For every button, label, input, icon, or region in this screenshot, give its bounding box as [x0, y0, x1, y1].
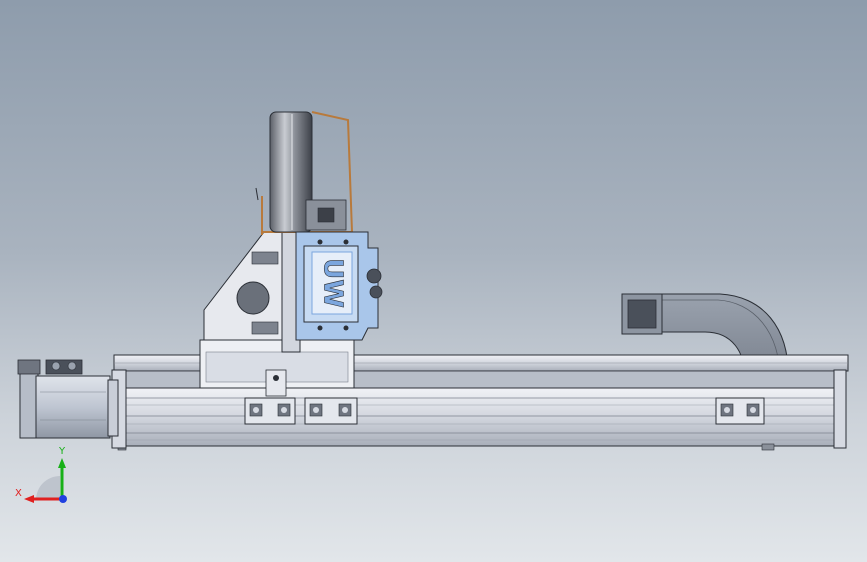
- end-effector-housing: UW: [295, 231, 383, 341]
- coordinate-triad: Y X: [15, 446, 67, 503]
- disc-wheel: [269, 111, 347, 233]
- y-axis-label: Y: [58, 446, 66, 457]
- carriage-base: [199, 339, 355, 397]
- cad-viewport[interactable]: UW Y X: [0, 0, 867, 562]
- x-axis-label: X: [15, 488, 22, 499]
- guide-block-left: [244, 397, 296, 425]
- servo-motor: [17, 359, 119, 439]
- carriage-plate-logo: UW: [318, 258, 348, 308]
- guide-block-center: [304, 397, 358, 425]
- guide-block-right: [715, 397, 765, 425]
